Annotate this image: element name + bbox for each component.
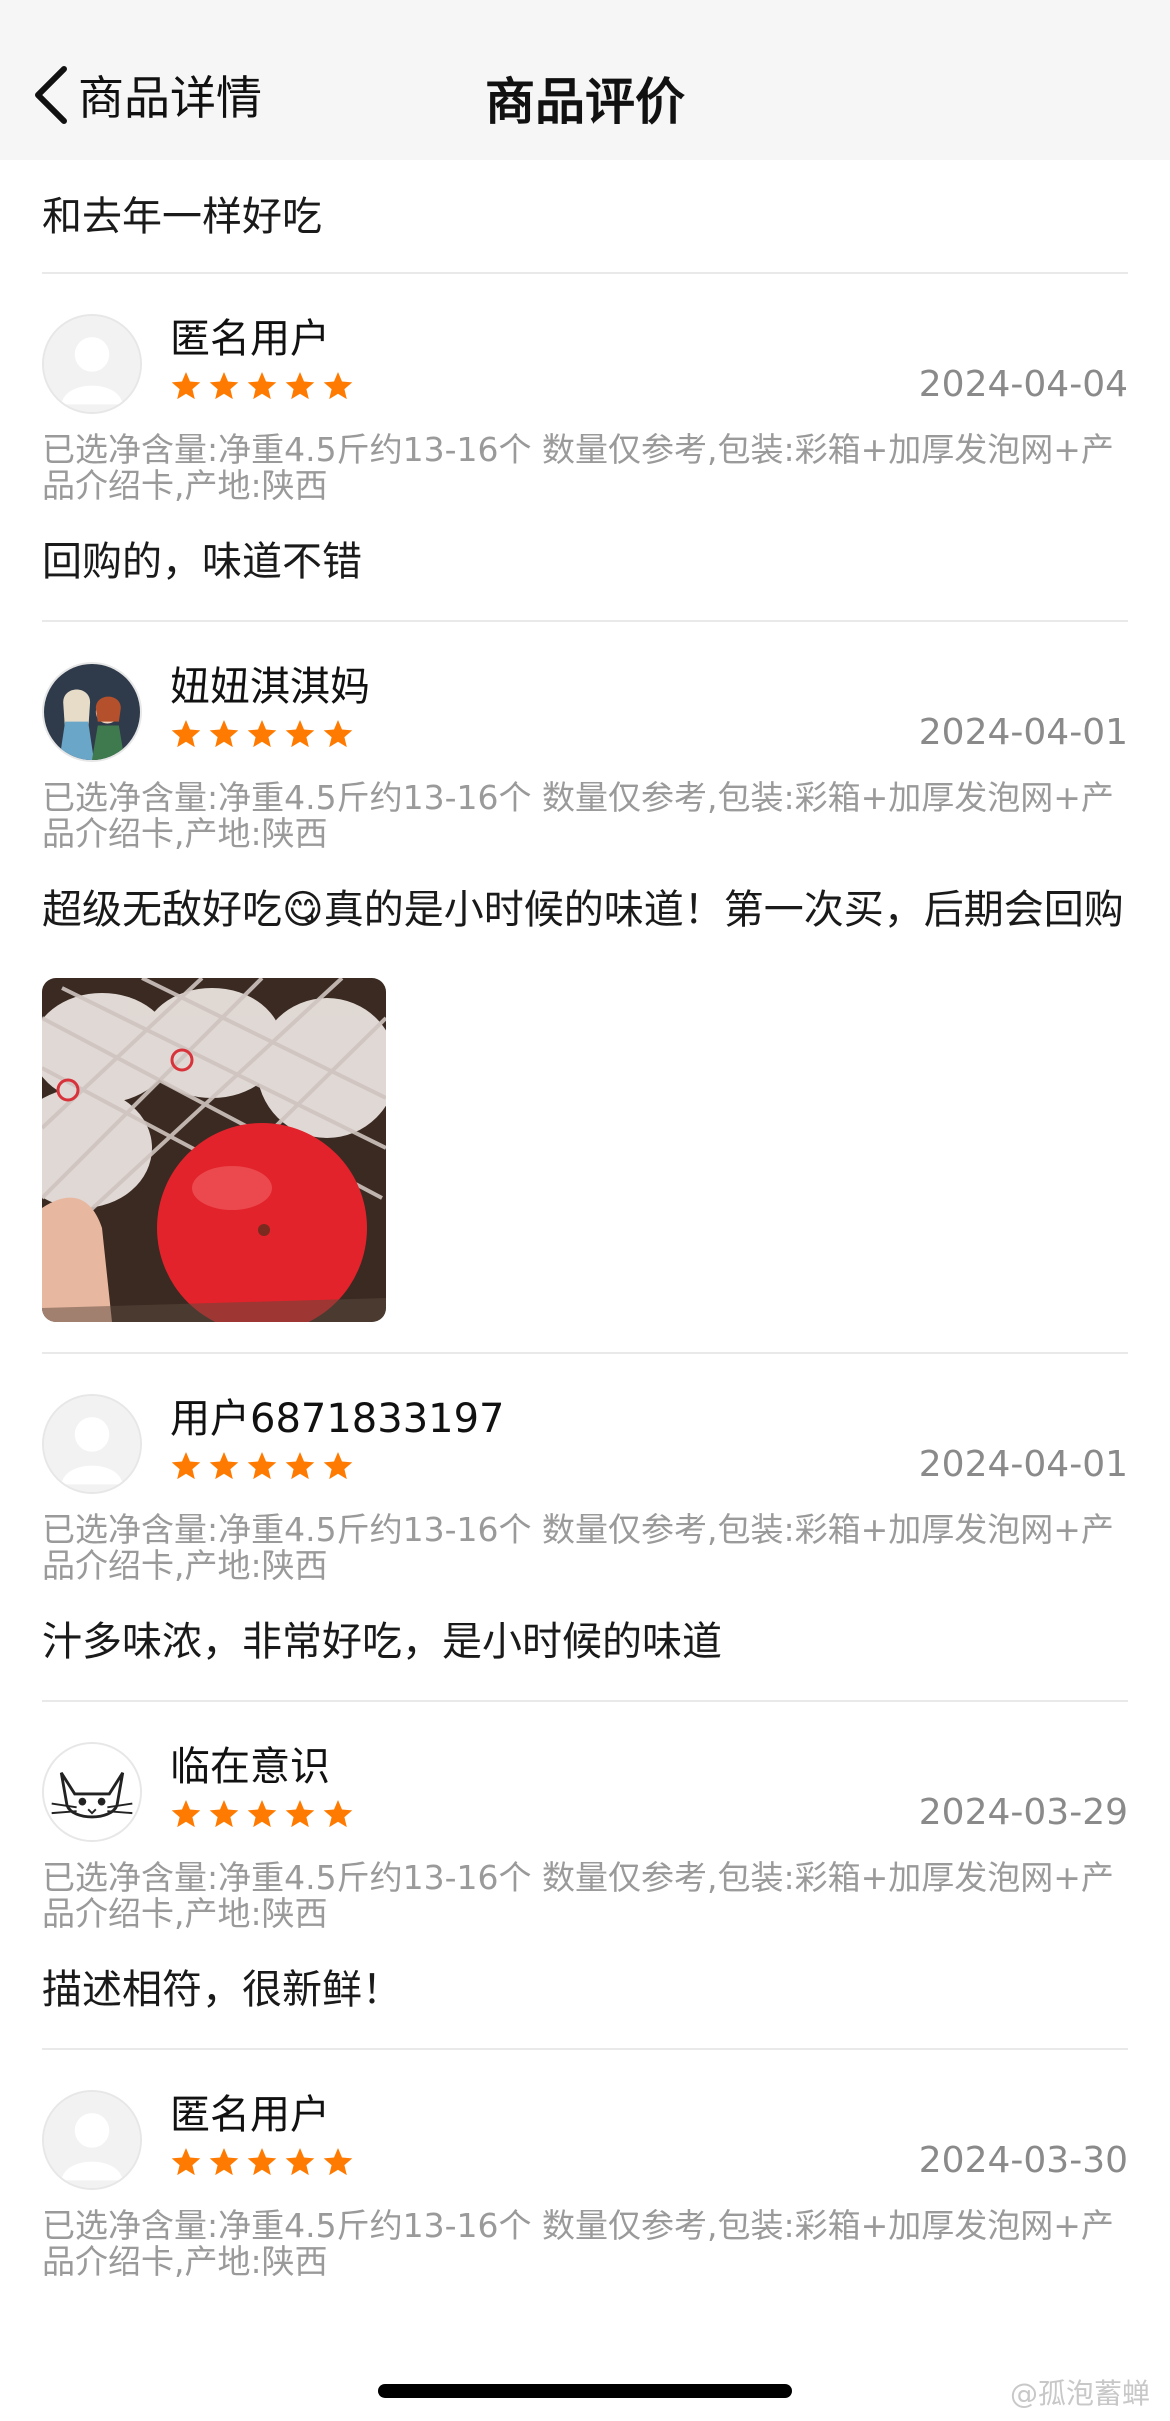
- review-text-partial: 和去年一样好吃: [42, 160, 1128, 274]
- review-text: 回购的，味道不错: [42, 539, 362, 585]
- star-icon: [285, 1452, 315, 1480]
- star-icon: [285, 1800, 315, 1828]
- star-icon: [323, 1452, 353, 1480]
- star-rating: [170, 718, 354, 750]
- review-item: 用户6871833197 2024-04-01 已选净含量:净重4.5斤约13-…: [42, 1354, 1128, 1702]
- review-date: 2024-03-29: [918, 1792, 1128, 1833]
- default-avatar-icon[interactable]: [42, 2090, 142, 2190]
- star-icon: [323, 2148, 353, 2176]
- review-username[interactable]: 匿名用户: [170, 2082, 330, 2140]
- star-icon: [209, 2148, 239, 2176]
- review-date: 2024-04-01: [918, 1444, 1128, 1485]
- star-icon: [323, 372, 353, 400]
- review-list: 和去年一样好吃 匿名用户 2024-04-04 已选净含量:净重4.5斤约13-…: [0, 160, 1170, 2310]
- review-username[interactable]: 妞妞淇淇妈: [170, 654, 370, 712]
- review-text: 超级无敌好吃😋真的是小时候的味道！第一次买，后期会回购: [42, 887, 1124, 933]
- review-item: 临在意识 2024-03-29 已选净含量:净重4.5斤约13-16个 数量仅参…: [42, 1702, 1128, 2050]
- selected-spec: 已选净含量:净重4.5斤约13-16个 数量仅参考,包装:彩箱+加厚发泡网+产品…: [42, 2206, 1114, 2281]
- star-icon: [247, 1800, 277, 1828]
- review-username[interactable]: 匿名用户: [170, 306, 330, 364]
- star-icon: [209, 1452, 239, 1480]
- star-icon: [171, 1452, 201, 1480]
- star-icon: [209, 720, 239, 748]
- review-item: 妞妞淇淇妈 2024-04-01 已选净含量:净重4.5斤约13-16个 数量仅…: [42, 622, 1128, 1354]
- default-avatar-icon[interactable]: [42, 314, 142, 414]
- review-item: 匿名用户 2024-03-30 已选净含量:净重4.5斤约13-16个 数量仅参…: [42, 2050, 1128, 2310]
- star-rating: [170, 370, 354, 402]
- star-icon: [209, 372, 239, 400]
- star-icon: [171, 372, 201, 400]
- default-avatar-icon[interactable]: [42, 1394, 142, 1494]
- star-icon: [209, 1800, 239, 1828]
- star-icon: [171, 2148, 201, 2176]
- star-rating: [170, 1450, 354, 1482]
- review-date: 2024-04-04: [918, 364, 1128, 405]
- home-indicator[interactable]: [378, 2384, 792, 2398]
- star-rating: [170, 1798, 354, 1830]
- selected-spec: 已选净含量:净重4.5斤约13-16个 数量仅参考,包装:彩箱+加厚发泡网+产品…: [42, 1510, 1114, 1585]
- star-icon: [323, 720, 353, 748]
- star-icon: [171, 1800, 201, 1828]
- star-icon: [247, 1452, 277, 1480]
- review-username[interactable]: 用户6871833197: [170, 1386, 505, 1444]
- review-date: 2024-04-01: [918, 712, 1128, 753]
- star-icon: [323, 1800, 353, 1828]
- star-icon: [171, 720, 201, 748]
- review-text: 描述相符，很新鲜！: [42, 1967, 402, 2013]
- selected-spec: 已选净含量:净重4.5斤约13-16个 数量仅参考,包装:彩箱+加厚发泡网+产品…: [42, 778, 1114, 853]
- doll-avatar[interactable]: [42, 662, 142, 762]
- selected-spec: 已选净含量:净重4.5斤约13-16个 数量仅参考,包装:彩箱+加厚发泡网+产品…: [42, 430, 1114, 505]
- review-date: 2024-03-30: [918, 2140, 1128, 2181]
- review-username[interactable]: 临在意识: [170, 1734, 330, 1792]
- review-item: 匿名用户 2024-04-04 已选净含量:净重4.5斤约13-16个 数量仅参…: [42, 274, 1128, 622]
- star-icon: [285, 720, 315, 748]
- review-text: 汁多味浓，非常好吃，是小时候的味道: [42, 1619, 722, 1665]
- star-icon: [285, 2148, 315, 2176]
- star-rating: [170, 2146, 354, 2178]
- nav-header: 商品详情 商品评价: [0, 0, 1170, 160]
- cat-sketch-avatar[interactable]: [42, 1742, 142, 1842]
- selected-spec: 已选净含量:净重4.5斤约13-16个 数量仅参考,包装:彩箱+加厚发泡网+产品…: [42, 1858, 1114, 1933]
- star-icon: [247, 720, 277, 748]
- star-icon: [285, 372, 315, 400]
- review-photo[interactable]: [42, 978, 386, 1322]
- watermark: @孤泡蓄蝉: [1009, 2377, 1150, 2410]
- page-title: 商品评价: [485, 73, 685, 131]
- review-page: 商品详情 商品评价 和去年一样好吃 匿名用户 2024-04-04 已选净含量:…: [0, 0, 1170, 2421]
- star-icon: [247, 2148, 277, 2176]
- star-icon: [247, 372, 277, 400]
